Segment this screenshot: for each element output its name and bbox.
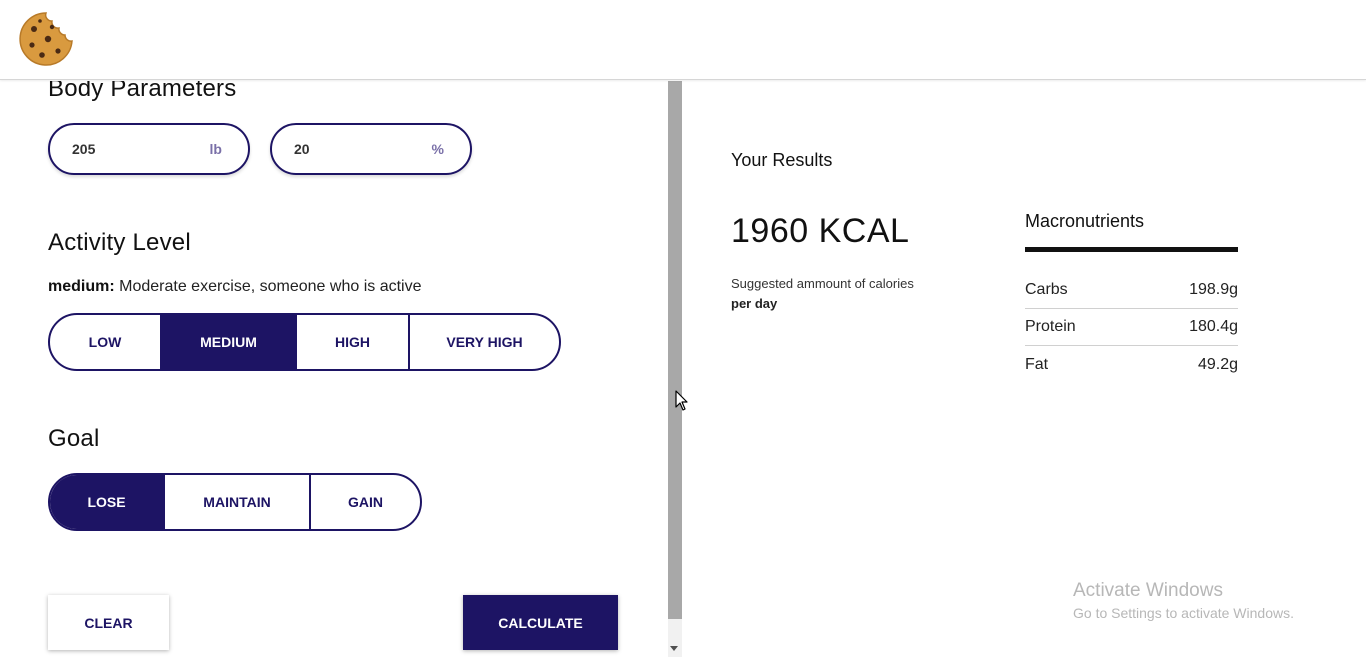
macro-row-fat: Fat 49.2g (1025, 346, 1238, 383)
windows-activation-subtitle: Go to Settings to activate Windows. (1073, 605, 1294, 621)
macronutrients-title: Macronutrients (1025, 211, 1145, 231)
body-fat-unit: % (431, 141, 444, 157)
scroll-down-arrow-icon[interactable] (670, 646, 678, 651)
weight-unit: lb (209, 141, 222, 157)
activity-option-low[interactable]: LOW (50, 315, 162, 369)
activity-description: medium: Moderate exercise, someone who i… (48, 278, 422, 296)
macro-value: 49.2g (1197, 355, 1238, 373)
weight-value[interactable]: 205 (72, 141, 95, 157)
activity-level-title: Activity Level (48, 229, 191, 256)
top-bar (0, 0, 1366, 80)
windows-activation-title: Activate Windows (1073, 580, 1223, 601)
goal-option-lose[interactable]: LOSE (50, 475, 165, 529)
body-parameters-title: Body Parameters (48, 81, 237, 102)
goal-option-maintain[interactable]: MAINTAIN (165, 475, 311, 529)
body-fat-value[interactable]: 20 (294, 141, 310, 157)
macro-row-protein: Protein 180.4g (1025, 309, 1238, 346)
calculator-form: Body Parameters 205 lb 20 % Activity Lev… (0, 81, 668, 657)
results-title: Your Results (731, 150, 833, 170)
goal-option-gain[interactable]: GAIN (311, 475, 420, 529)
goal-selector: LOSE MAINTAIN GAIN (48, 473, 422, 531)
activity-level-selector: LOW MEDIUM HIGH VERY HIGH (48, 313, 561, 371)
cookie-icon[interactable] (18, 11, 74, 67)
macro-label: Fat (1025, 355, 1049, 373)
weight-input[interactable]: 205 lb (48, 123, 250, 175)
macro-label: Carbs (1025, 281, 1068, 298)
kcal-subtitle: Suggested ammount of calories (731, 276, 914, 291)
macro-row-carbs: Carbs 198.9g (1025, 272, 1238, 309)
kcal-subtitle-per-day: per day (731, 296, 778, 311)
mouse-cursor-icon (675, 390, 689, 417)
activity-selected-description: Moderate exercise, someone who is active (119, 278, 422, 295)
body-fat-input[interactable]: 20 % (270, 123, 472, 175)
macro-value: 180.4g (1189, 318, 1238, 335)
macro-label: Protein (1025, 318, 1076, 335)
clear-button[interactable]: CLEAR (48, 595, 169, 650)
calculate-button[interactable]: CALCULATE (463, 595, 618, 650)
scrollbar-thumb[interactable] (668, 81, 682, 619)
results-panel: Your Results 1960 KCAL Suggested ammount… (682, 81, 1366, 657)
scrollbar[interactable] (668, 81, 682, 657)
macro-value: 198.9g (1189, 281, 1238, 298)
activity-selected-label: medium: (48, 278, 115, 295)
kcal-value: 1960 KCAL (731, 212, 910, 250)
goal-title: Goal (48, 425, 100, 452)
activity-option-medium[interactable]: MEDIUM (162, 315, 297, 369)
activity-option-very-high[interactable]: VERY HIGH (410, 315, 559, 369)
activity-option-high[interactable]: HIGH (297, 315, 410, 369)
macronutrients-divider (1025, 247, 1238, 252)
